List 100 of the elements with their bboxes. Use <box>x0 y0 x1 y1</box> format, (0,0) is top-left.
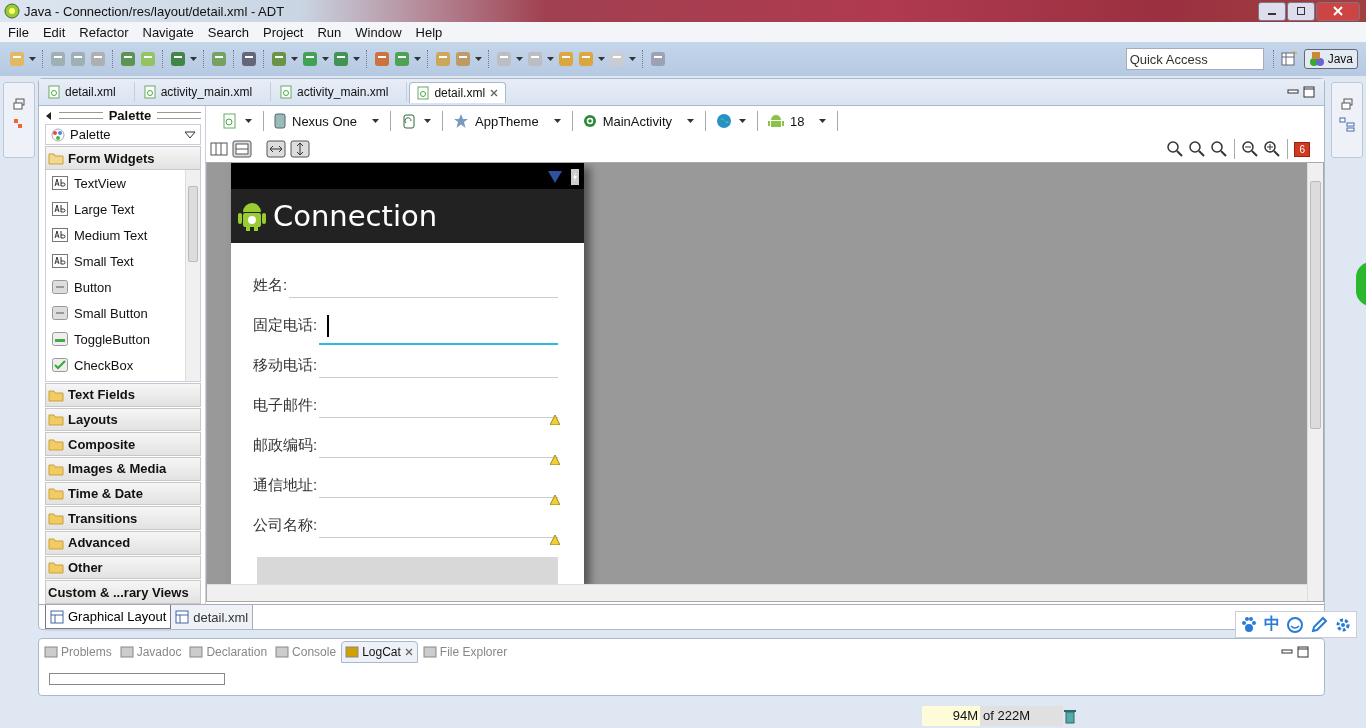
zoom-in-icon[interactable] <box>1263 140 1282 158</box>
pencil-icon[interactable] <box>1310 615 1328 634</box>
palette-item[interactable]: CheckBox <box>46 352 185 379</box>
editor-tab[interactable]: detail.xml <box>41 82 135 102</box>
error-count-badge[interactable]: 6 <box>1294 141 1310 157</box>
side-by-side-icon[interactable] <box>210 141 228 157</box>
minimize-button[interactable] <box>1258 1 1286 21</box>
menu-item[interactable]: Run <box>309 24 348 40</box>
menu-item[interactable]: Help <box>407 24 449 40</box>
palette-category[interactable]: Custom & ...rary Views <box>45 580 201 604</box>
app-icon <box>4 3 20 19</box>
editor-tab[interactable]: detail.xml <box>409 81 507 103</box>
scrollbar[interactable] <box>207 584 1307 601</box>
folder-icon <box>48 151 64 166</box>
toolbar-icon[interactable] <box>210 50 228 68</box>
menu-item[interactable]: Search <box>199 24 255 40</box>
grip-lines[interactable] <box>157 112 201 120</box>
toolbar-icon[interactable] <box>434 50 452 68</box>
view-tab[interactable]: LogCat <box>341 641 418 663</box>
open-perspective-icon[interactable] <box>1279 50 1298 68</box>
toolbar-icon[interactable] <box>119 50 137 68</box>
view-tab[interactable]: Javadoc <box>116 642 185 662</box>
grip-lines[interactable] <box>59 112 103 120</box>
view-tab[interactable]: File Explorer <box>419 642 511 662</box>
close-icon[interactable] <box>403 647 414 657</box>
toolbar-icon[interactable] <box>332 50 350 68</box>
config-dropdown[interactable]: Nexus One <box>270 113 385 129</box>
restore-icon[interactable] <box>1340 97 1354 111</box>
palette-item[interactable]: Small Text <box>46 248 185 275</box>
field-label: 通信地址: <box>253 475 318 495</box>
palette-item[interactable]: Small Button <box>46 300 185 327</box>
collapse-arrow-icon[interactable] <box>45 110 53 121</box>
palette-category[interactable]: Transitions <box>45 506 201 530</box>
quick-access-field[interactable]: Quick Access <box>1125 48 1264 70</box>
minimize-icon <box>1267 12 1277 16</box>
palette-item[interactable]: ToggleButton <box>46 326 185 353</box>
menu-item[interactable]: Navigate <box>134 24 200 40</box>
palette-category[interactable]: Images & Media <box>45 456 201 481</box>
trash-icon[interactable] <box>1063 708 1077 724</box>
config-dropdown[interactable]: MainActivity <box>578 113 699 129</box>
battery-icon <box>570 167 580 185</box>
palette-category[interactable]: Time & Date <box>45 481 201 506</box>
input-mode-button[interactable]: 中 <box>1264 614 1280 635</box>
palette-category[interactable]: Layouts <box>45 407 201 432</box>
close-button[interactable] <box>1316 1 1360 21</box>
palette-item[interactable]: Medium Text <box>46 222 185 249</box>
restore-icon[interactable] <box>12 97 26 111</box>
zoom-out-icon[interactable] <box>1241 140 1260 158</box>
menu-item[interactable]: Refactor <box>71 24 135 40</box>
view-tab[interactable]: Console <box>272 642 340 662</box>
stacked-view-icon[interactable] <box>232 140 252 158</box>
toolbar-icon[interactable] <box>373 50 391 68</box>
scrollbar[interactable] <box>185 170 200 381</box>
field-label: 姓名: <box>253 275 288 295</box>
maximize-button[interactable] <box>1287 1 1315 21</box>
editor-tab[interactable]: activity_main.xml <box>136 82 272 102</box>
fit-width-icon[interactable] <box>266 140 286 158</box>
layout-tab[interactable]: detail.xml <box>171 605 254 629</box>
maximize-icon[interactable] <box>1302 85 1316 99</box>
menu-item[interactable]: Window <box>347 24 408 40</box>
layout-tab[interactable]: Graphical Layout <box>45 605 172 629</box>
palette-item[interactable]: TextView <box>46 170 185 197</box>
outline-icon[interactable] <box>1339 117 1355 133</box>
menu-item[interactable]: Project <box>255 24 310 40</box>
paw-icon[interactable] <box>1240 615 1258 634</box>
maximize-icon[interactable] <box>1296 645 1310 659</box>
text-input[interactable] <box>319 313 558 345</box>
scrollbar[interactable] <box>1307 163 1323 601</box>
zoom-icon[interactable] <box>1188 140 1207 158</box>
palette-dropdown[interactable]: Palette <box>45 123 201 146</box>
toolbar-icon[interactable] <box>240 50 258 68</box>
field-label: 公司名称: <box>253 515 318 535</box>
zoom-icon[interactable] <box>1210 140 1229 158</box>
palette-category[interactable]: Text Fields <box>45 382 201 407</box>
config-dropdown[interactable]: AppTheme <box>449 113 566 129</box>
palette-category[interactable]: Form Widgets <box>45 146 201 171</box>
zoom-icon[interactable] <box>1166 140 1185 158</box>
palette-category[interactable]: Composite <box>45 432 201 456</box>
folder-icon <box>48 461 64 476</box>
smiley-icon[interactable] <box>1286 615 1304 634</box>
close-icon[interactable] <box>489 87 500 98</box>
palette-item[interactable]: Large Text <box>46 196 185 223</box>
menu-item[interactable]: File <box>0 24 35 40</box>
toolbar-icon[interactable] <box>649 50 667 68</box>
palette-category[interactable]: Other <box>45 555 201 580</box>
folder-icon <box>48 387 64 402</box>
menu-item[interactable]: Edit <box>34 24 72 40</box>
config-dropdown[interactable]: 18 <box>764 113 832 129</box>
globe-icon <box>716 113 732 129</box>
text-widget-icon <box>52 227 68 244</box>
view-tab[interactable]: Problems <box>41 642 115 662</box>
editor-tab[interactable]: activity_main.xml <box>273 82 408 102</box>
xml-file-icon <box>47 85 61 99</box>
toolbar-icon[interactable] <box>169 50 187 68</box>
palette-item[interactable]: Button <box>46 274 185 301</box>
view-tab[interactable]: Declaration <box>186 642 271 662</box>
fit-height-icon[interactable] <box>290 140 310 158</box>
java-perspective-button[interactable]: Java <box>1303 49 1358 69</box>
palette-category[interactable]: Advanced <box>45 531 201 555</box>
filter-field[interactable] <box>49 673 225 685</box>
